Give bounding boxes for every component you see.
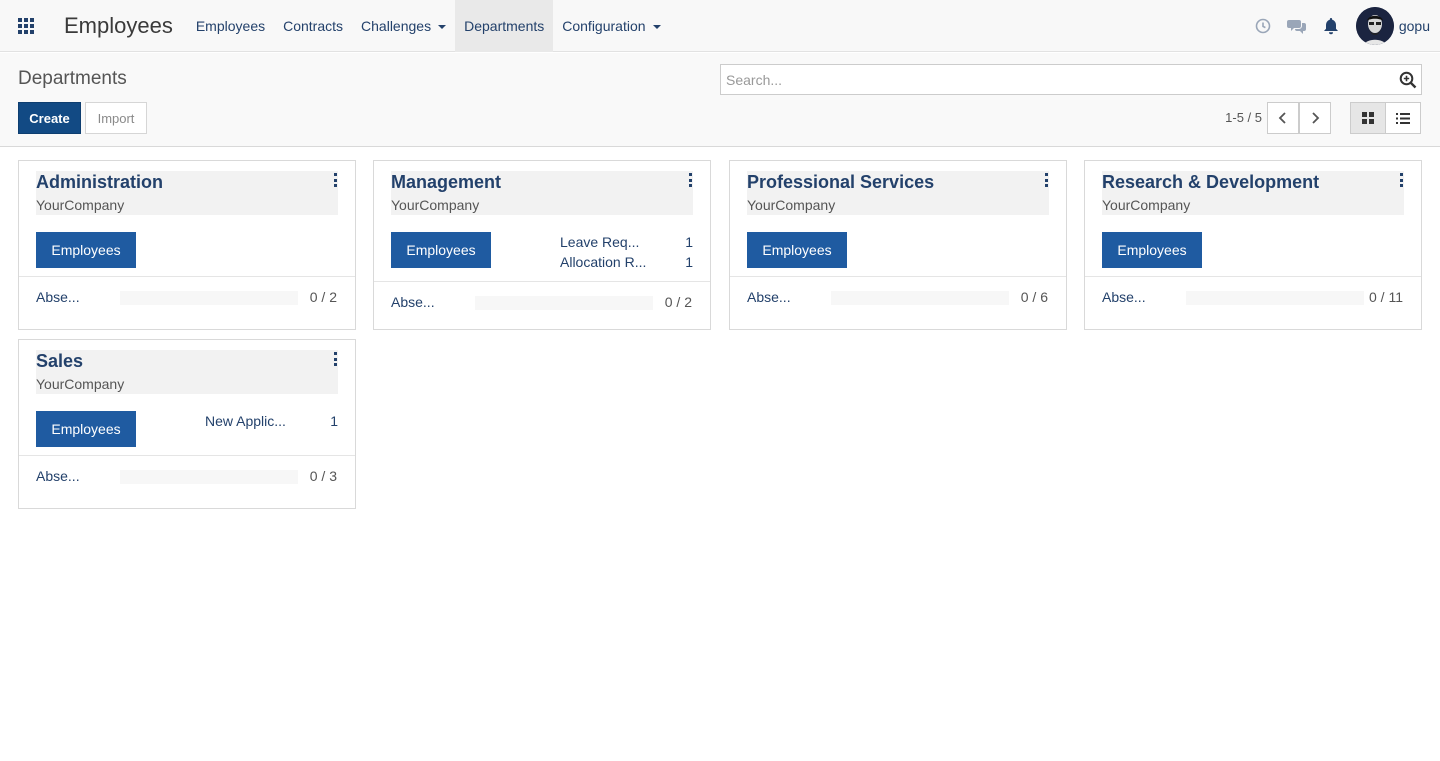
card-menu-icon[interactable] xyxy=(1043,173,1049,187)
bell-icon[interactable] xyxy=(1314,0,1348,52)
menu-challenges[interactable]: Challenges xyxy=(352,0,455,52)
card-menu-icon[interactable] xyxy=(332,173,338,187)
absence-label[interactable]: Abse... xyxy=(747,289,791,305)
absence-label[interactable]: Abse... xyxy=(36,468,80,484)
top-navbar: Employees Employees Contracts Challenges… xyxy=(0,0,1440,52)
apps-grid-icon xyxy=(18,17,34,34)
list-icon xyxy=(1396,112,1410,124)
chat-icon[interactable] xyxy=(1280,0,1314,52)
employees-button[interactable]: Employees xyxy=(36,411,136,447)
absence-label[interactable]: Abse... xyxy=(391,294,435,310)
department-card[interactable]: Administration YourCompany Employees Abs… xyxy=(18,160,356,330)
stat-value: 1 xyxy=(685,254,693,270)
card-footer: Abse... 0 / 3 xyxy=(19,455,355,495)
caret-down-icon xyxy=(438,24,447,29)
card-footer: Abse... 0 / 2 xyxy=(374,281,710,321)
card-menu-icon[interactable] xyxy=(687,173,693,187)
pager-value[interactable]: 1-5 / 5 xyxy=(1210,110,1262,125)
absence-count: 0 / 3 xyxy=(309,468,337,484)
absence-progress-bar xyxy=(475,296,653,310)
menu-employees[interactable]: Employees xyxy=(187,0,274,52)
department-card[interactable]: Professional Services YourCompany Employ… xyxy=(729,160,1067,330)
absence-progress-bar xyxy=(1186,291,1364,305)
kanban-grid-icon xyxy=(1362,112,1374,124)
kanban-view-button[interactable] xyxy=(1350,102,1386,134)
card-header: Management YourCompany xyxy=(391,171,693,215)
menu-contracts[interactable]: Contracts xyxy=(274,0,352,52)
menu-challenges-label: Challenges xyxy=(361,17,432,34)
search-box xyxy=(720,64,1422,95)
menu-configuration[interactable]: Configuration xyxy=(553,0,669,52)
card-header: Administration YourCompany xyxy=(36,171,338,215)
department-company: YourCompany xyxy=(1102,197,1191,213)
absence-progress-bar xyxy=(120,291,298,305)
pager-previous-button[interactable] xyxy=(1267,102,1299,134)
card-footer: Abse... 0 / 2 xyxy=(19,276,355,316)
card-footer: Abse... 0 / 11 xyxy=(1085,276,1421,316)
stat-label: Leave Req... xyxy=(560,234,640,250)
absence-progress-bar xyxy=(120,470,298,484)
department-card[interactable]: Management YourCompany Employees Leave R… xyxy=(373,160,711,330)
department-company: YourCompany xyxy=(36,197,125,213)
department-name[interactable]: Administration xyxy=(36,172,163,193)
breadcrumb: Departments xyxy=(18,68,127,89)
stat-allocation-requests[interactable]: Allocation R... 1 xyxy=(560,254,693,274)
absence-count: 0 / 6 xyxy=(1020,289,1048,305)
department-name[interactable]: Professional Services xyxy=(747,172,934,193)
user-name[interactable]: gopu xyxy=(1399,18,1430,34)
stat-label: Allocation R... xyxy=(560,254,647,270)
employees-button[interactable]: Employees xyxy=(1102,232,1202,268)
apps-menu-button[interactable] xyxy=(0,0,52,52)
app-title: Employees xyxy=(64,12,173,38)
list-view-button[interactable] xyxy=(1385,102,1421,134)
department-company: YourCompany xyxy=(36,376,125,392)
department-card[interactable]: Research & Development YourCompany Emplo… xyxy=(1084,160,1422,330)
absence-count: 0 / 2 xyxy=(664,294,692,310)
department-name[interactable]: Research & Development xyxy=(1102,172,1319,193)
card-menu-icon[interactable] xyxy=(1398,173,1404,187)
department-name[interactable]: Sales xyxy=(36,351,83,372)
chevron-right-icon xyxy=(1312,112,1320,124)
absence-progress-bar xyxy=(831,291,1009,305)
card-header: Research & Development YourCompany xyxy=(1102,171,1404,215)
card-menu-icon[interactable] xyxy=(332,352,338,366)
stat-new-applicants[interactable]: New Applic... 1 xyxy=(205,413,338,433)
menu-departments[interactable]: Departments xyxy=(455,0,554,52)
department-company: YourCompany xyxy=(391,197,480,213)
card-header: Professional Services YourCompany xyxy=(747,171,1049,215)
employees-button[interactable]: Employees xyxy=(36,232,136,268)
absence-count: 0 / 2 xyxy=(309,289,337,305)
card-footer: Abse... 0 / 6 xyxy=(730,276,1066,316)
department-card[interactable]: Sales YourCompany Employees New Applic..… xyxy=(18,339,356,509)
employees-button[interactable]: Employees xyxy=(747,232,847,268)
pager-next-button[interactable] xyxy=(1299,102,1331,134)
menu-departments-label: Departments xyxy=(464,17,545,34)
employees-button[interactable]: Employees xyxy=(391,232,491,268)
stat-label: New Applic... xyxy=(205,413,286,429)
stat-value: 1 xyxy=(685,234,693,250)
absence-label[interactable]: Abse... xyxy=(36,289,80,305)
import-button[interactable]: Import xyxy=(85,102,147,134)
chevron-left-icon xyxy=(1278,112,1286,124)
search-icon[interactable] xyxy=(1399,71,1417,94)
create-button[interactable]: Create xyxy=(18,102,81,134)
menu-configuration-label: Configuration xyxy=(562,17,646,34)
card-header: Sales YourCompany xyxy=(36,350,338,394)
stat-value: 1 xyxy=(330,413,338,429)
absence-label[interactable]: Abse... xyxy=(1102,289,1146,305)
search-input[interactable] xyxy=(726,65,1386,94)
stat-leave-requests[interactable]: Leave Req... 1 xyxy=(560,234,693,254)
control-panel: Departments Create Import 1-5 / 5 xyxy=(0,53,1440,147)
user-avatar[interactable] xyxy=(1355,7,1394,45)
department-company: YourCompany xyxy=(747,197,836,213)
main-menu: Employees Contracts Challenges Departmen… xyxy=(187,0,670,52)
systray: gopu xyxy=(1246,0,1430,52)
activity-clock-icon[interactable] xyxy=(1246,0,1280,52)
menu-contracts-label: Contracts xyxy=(283,17,344,34)
department-name[interactable]: Management xyxy=(391,172,501,193)
caret-down-icon xyxy=(652,24,661,29)
absence-count: 0 / 11 xyxy=(1369,289,1403,305)
menu-employees-label: Employees xyxy=(195,17,266,34)
